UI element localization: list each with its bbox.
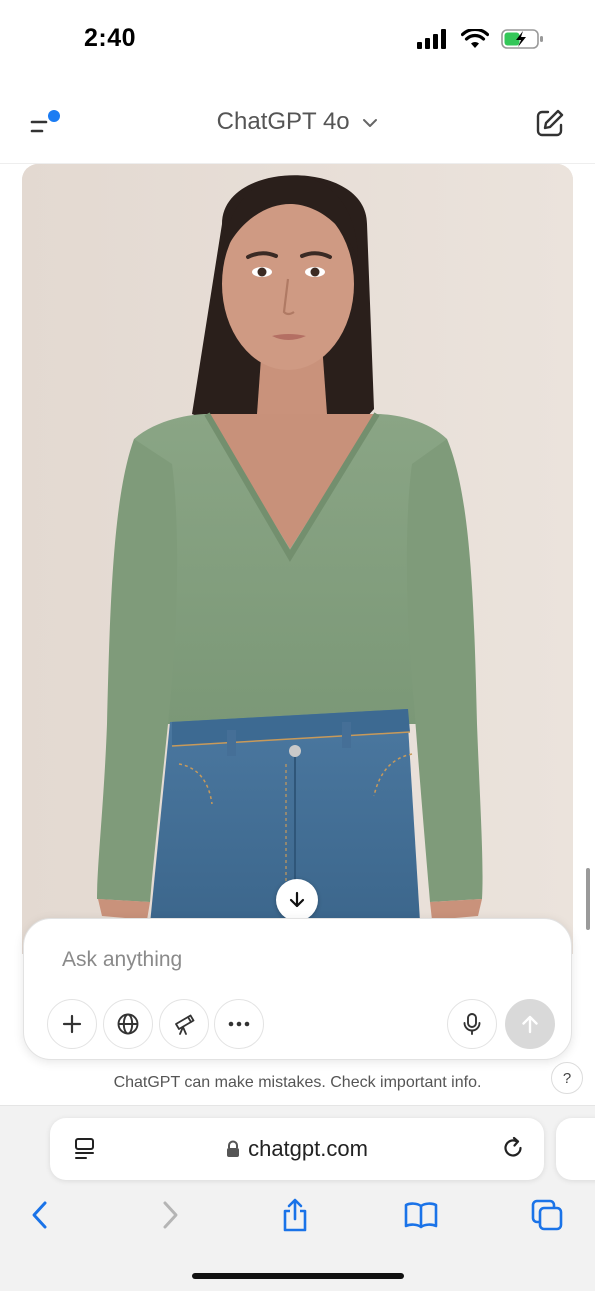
address-bar[interactable]: chatgpt.com — [50, 1118, 544, 1180]
next-tab-address-bar[interactable] — [556, 1118, 595, 1180]
more-tools-button[interactable] — [214, 999, 264, 1049]
wifi-icon — [461, 29, 489, 48]
generated-image[interactable] — [22, 164, 573, 954]
dictate-button[interactable] — [447, 999, 497, 1049]
share-icon — [283, 1198, 307, 1232]
tabs-icon — [531, 1199, 563, 1231]
disclaimer-text: ChatGPT can make mistakes. Check importa… — [113, 1074, 482, 1091]
deep-research-button[interactable] — [159, 999, 209, 1049]
telescope-icon — [175, 1014, 195, 1035]
url-text: chatgpt.com — [248, 1136, 368, 1161]
arrow-down-icon — [289, 891, 305, 908]
back-button[interactable] — [20, 1195, 60, 1235]
arrow-up-icon — [522, 1015, 538, 1034]
home-indicator — [192, 1273, 404, 1279]
share-button[interactable] — [275, 1195, 315, 1235]
model-name: ChatGPT 4o — [216, 108, 350, 135]
globe-icon — [117, 1013, 139, 1035]
status-icons — [417, 28, 545, 50]
chevron-left-icon — [32, 1201, 47, 1229]
battery-charging-icon — [501, 29, 543, 49]
new-chat-icon — [536, 109, 564, 137]
generated-image-illustration — [22, 164, 573, 954]
bookmarks-button[interactable] — [401, 1195, 441, 1235]
chevron-right-icon — [163, 1201, 178, 1229]
mic-icon — [463, 1013, 481, 1035]
cellular-signal-icon — [417, 29, 446, 49]
web-search-button[interactable] — [103, 999, 153, 1049]
attach-button[interactable] — [47, 999, 97, 1049]
scroll-to-bottom-button[interactable] — [276, 879, 318, 921]
chevron-down-icon — [363, 118, 378, 127]
new-chat-button[interactable] — [535, 108, 565, 138]
plus-icon — [62, 1014, 82, 1034]
book-icon — [404, 1202, 438, 1229]
send-button[interactable] — [505, 999, 555, 1049]
forward-button[interactable] — [150, 1195, 190, 1235]
status-time: 2:40 — [84, 24, 137, 52]
status-bar: 2:40 — [0, 0, 595, 80]
message-input[interactable] — [62, 945, 462, 975]
reload-icon[interactable] — [500, 1135, 526, 1161]
url-display: chatgpt.com — [50, 1136, 544, 1162]
help-button[interactable]: ? — [551, 1062, 583, 1094]
app-header: ChatGPT 4o — [0, 90, 595, 164]
message-composer — [23, 918, 572, 1060]
lock-icon — [227, 1140, 240, 1157]
scroll-indicator[interactable] — [586, 868, 590, 930]
more-icon — [228, 1021, 250, 1027]
model-picker[interactable]: ChatGPT 4o — [0, 108, 595, 136]
tabs-button[interactable] — [527, 1195, 567, 1235]
